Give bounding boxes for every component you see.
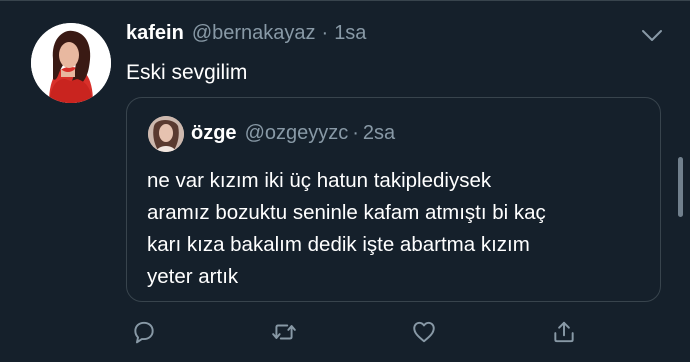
timestamp[interactable]: 1sa [334,22,366,45]
quoted-text-line: aramız bozuktu seninle kafam atmıştı bi … [147,201,546,224]
quoted-avatar[interactable] [148,116,184,152]
share-button[interactable] [548,316,580,348]
quoted-display-name[interactable]: özge [191,122,237,145]
quoted-separator: · [352,122,359,144]
like-button[interactable] [408,316,440,348]
separator: · [321,22,329,44]
quoted-text-line: yeter artık [147,265,239,288]
quoted-avatar-image [148,116,184,152]
quoted-tweet-header: özge @ozgeyyzc · 2sa [191,122,395,145]
avatar-image [31,23,111,103]
avatar[interactable] [31,23,111,103]
username[interactable]: @bernakayaz [192,22,316,45]
quoted-text-line: karı kıza bakalım dedik işte abartma kız… [147,233,530,256]
tweet-text: Eski sevgilim [126,61,248,84]
quoted-tweet-text: ne var kızım iki üç hatun takiplediysek … [147,165,652,293]
action-bar [126,316,596,348]
display-name[interactable]: kafein [126,22,184,45]
retweet-icon [272,324,296,340]
chevron-down-icon[interactable] [640,28,664,44]
quoted-username[interactable]: @ozgeyyzc [245,122,349,145]
share-icon [554,321,574,343]
quoted-timestamp[interactable]: 2sa [363,122,395,145]
reply-button[interactable] [128,316,160,348]
retweet-button[interactable] [268,316,300,348]
reply-icon [134,321,154,344]
scrollbar[interactable] [678,157,683,217]
divider [0,0,690,1]
quoted-text-line: ne var kızım iki üç hatun takiplediysek [147,169,492,192]
quoted-tweet[interactable]: özge @ozgeyyzc · 2sa ne var kızım iki üç… [126,97,661,302]
tweet-header: kafein @bernakayaz · 1sa [126,22,366,50]
tweet[interactable]: kafein @bernakayaz · 1sa Eski sevgilim ö… [0,0,690,362]
like-icon [413,321,435,343]
